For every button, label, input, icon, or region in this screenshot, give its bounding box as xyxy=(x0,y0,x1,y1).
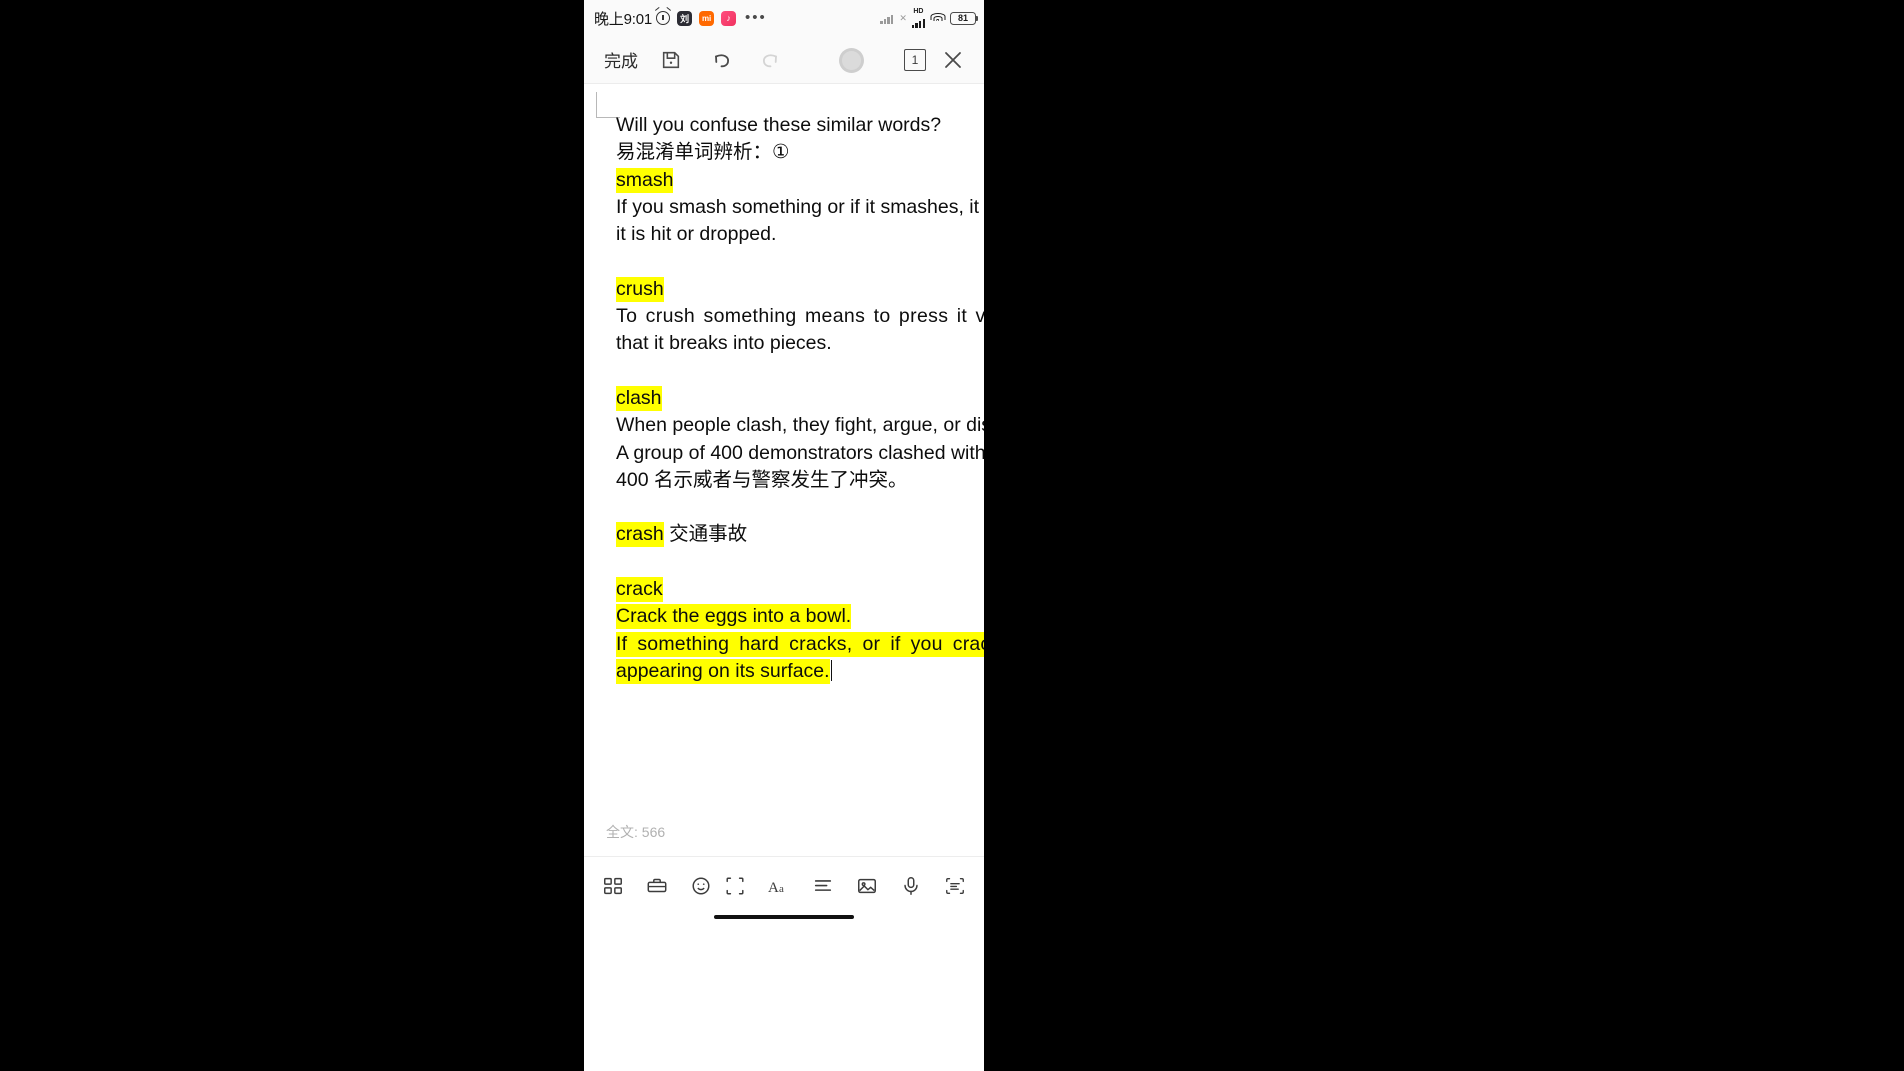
highlight-clash: clash xyxy=(616,385,662,411)
scan-text-icon[interactable] xyxy=(942,873,968,899)
bottom-toolbar-right: A a xyxy=(722,873,968,899)
doc-line-blank xyxy=(616,494,984,521)
battery-icon: 81 xyxy=(950,11,979,25)
battery-level: 81 xyxy=(957,13,968,23)
page-count-badge[interactable]: 1 xyxy=(904,48,926,71)
signal-x-icon: ✕ xyxy=(899,12,907,23)
touch-indicator xyxy=(839,48,864,73)
doc-line: Will you confuse these similar words? xyxy=(616,114,942,136)
document-text[interactable]: Will you confuse these similar words? 易混… xyxy=(616,112,984,685)
hd-signal-icon: HD xyxy=(911,7,925,28)
undo-icon[interactable] xyxy=(704,43,738,77)
grid-blocks-icon[interactable] xyxy=(600,873,626,899)
svg-text:A: A xyxy=(768,880,779,896)
doc-line-heading: clash xyxy=(616,385,984,412)
doc-line: If you smash something or if it smashes,… xyxy=(616,195,984,218)
highlight-crush: crush xyxy=(616,276,664,302)
screen-stage: 晚上9:01 刘 mi ♪ ••• ✕ HD 81 完成 1 Will you … xyxy=(0,0,1904,1071)
save-icon[interactable] xyxy=(654,43,688,77)
doc-line: that it breaks into pieces. xyxy=(616,332,832,355)
highlight-smash: smash xyxy=(616,167,674,193)
phone-screen: 晚上9:01 刘 mi ♪ ••• ✕ HD 81 完成 1 Will you … xyxy=(584,0,984,1071)
align-list-icon[interactable] xyxy=(810,873,836,899)
editor-toolbar: 完成 1 xyxy=(584,36,984,84)
font-format-icon[interactable]: A a xyxy=(766,873,792,899)
toolbar-right-group: 1 xyxy=(904,43,970,77)
doc-line: If something hard cracks, or if you crac… xyxy=(616,631,984,658)
status-bar-left: 晚上9:01 刘 mi ♪ ••• xyxy=(594,8,767,29)
doc-line: appearing on its surface. xyxy=(616,658,984,685)
bottom-toolbar: A a xyxy=(584,856,984,914)
image-icon[interactable] xyxy=(854,873,880,899)
doc-line-blank xyxy=(616,549,984,576)
bottom-toolbar-left xyxy=(600,873,714,899)
hd-label: HD xyxy=(913,7,924,15)
highlight-crack: crack xyxy=(616,577,663,603)
status-overflow-icon: ••• xyxy=(745,9,767,26)
page-frame-icon[interactable] xyxy=(722,873,748,899)
doc-line: 易混淆单词辨析：① xyxy=(616,141,790,164)
alarm-clock-icon xyxy=(656,11,670,25)
signal-inactive-icon xyxy=(880,12,894,24)
status-bar: 晚上9:01 刘 mi ♪ ••• ✕ HD 81 xyxy=(584,0,984,36)
app-badge-icon-2: mi xyxy=(699,10,714,26)
status-bar-right: ✕ HD 81 xyxy=(880,7,979,28)
home-indicator xyxy=(584,914,984,928)
document-canvas[interactable]: Will you confuse these similar words? 易混… xyxy=(584,84,984,856)
highlight-crash: crash xyxy=(616,522,664,548)
doc-line-blank xyxy=(616,248,984,275)
emoji-smiley-icon[interactable] xyxy=(688,873,714,899)
microphone-icon[interactable] xyxy=(898,873,924,899)
wifi-icon xyxy=(930,12,945,24)
toolbox-icon[interactable] xyxy=(644,873,670,899)
redo-icon[interactable] xyxy=(754,43,788,77)
word-count-label: 全文: 566 xyxy=(606,824,666,840)
svg-text:a: a xyxy=(779,883,784,895)
doc-line-heading: crack xyxy=(616,576,984,603)
doc-line: To crush something means to press it ver… xyxy=(616,305,984,328)
app-badge-icon-1: 刘 xyxy=(677,10,692,26)
doc-line-heading: crush xyxy=(616,276,984,303)
doc-line-blank xyxy=(616,358,984,385)
highlight-crack-sentence-2: If something hard cracks, or if you crac… xyxy=(616,631,984,657)
doc-line-crash: crash 交通事故 xyxy=(616,521,984,548)
doc-line: it is hit or dropped. xyxy=(616,223,777,246)
highlight-crack-sentence-1: Crack the eggs into a bowl. xyxy=(616,604,852,630)
app-badge-icon-3: ♪ xyxy=(721,10,736,26)
doc-line: A group of 400 demonstrators clashed wit… xyxy=(616,441,984,464)
doc-line: Crack the eggs into a bowl. xyxy=(616,603,984,630)
doc-line: 400 名示威者与警察发生了冲突。 xyxy=(616,468,908,491)
crash-translation: 交通事故 xyxy=(663,523,748,546)
text-caret xyxy=(830,659,833,681)
close-x-icon[interactable] xyxy=(936,43,970,77)
doc-line: When people clash, they fight, argue, or… xyxy=(616,414,984,437)
done-button[interactable]: 完成 xyxy=(604,47,638,72)
highlight-crack-sentence-3: appearing on its surface. xyxy=(616,658,830,684)
doc-line-heading: smash xyxy=(616,167,984,194)
status-clock: 晚上9:01 xyxy=(594,10,652,28)
